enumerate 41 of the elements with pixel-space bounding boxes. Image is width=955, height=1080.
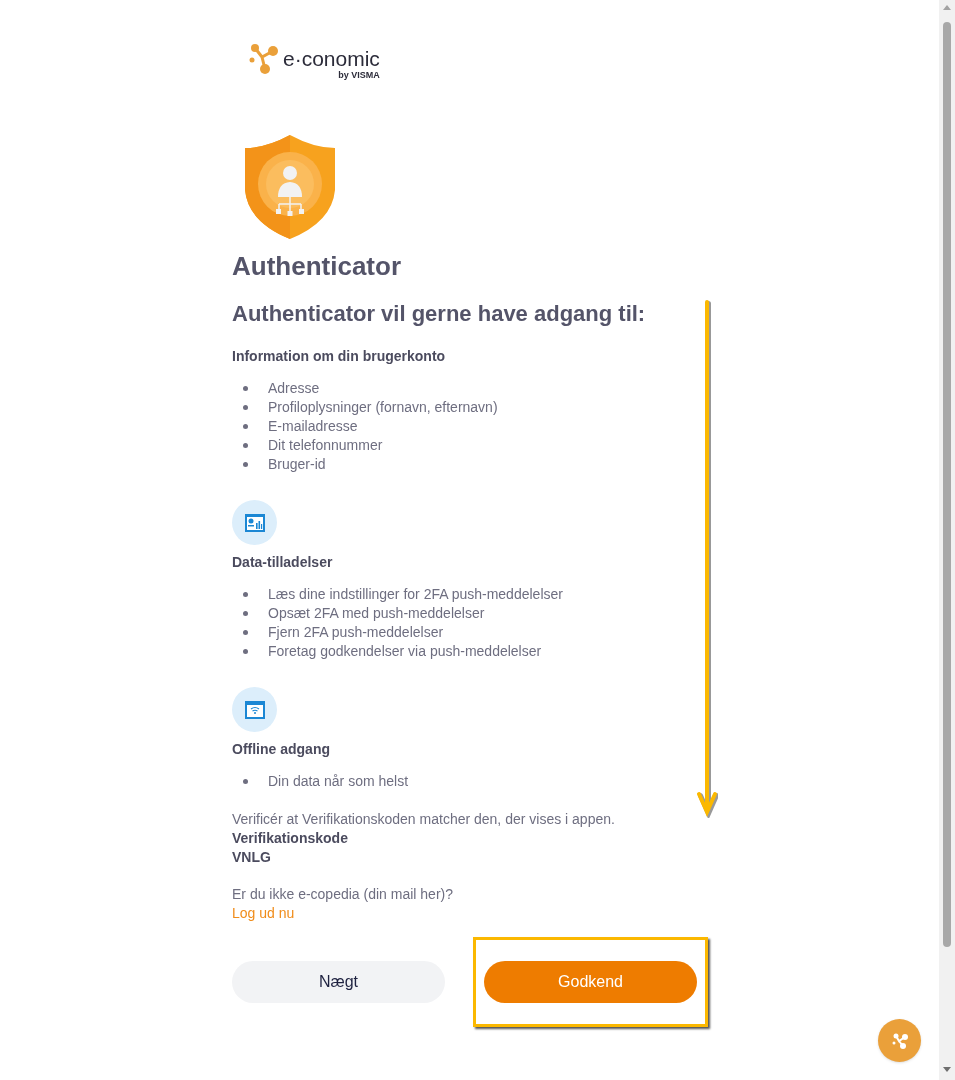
permission-item: Dit telefonnummer — [268, 436, 383, 455]
bullet-icon — [243, 649, 248, 654]
section-title: Information om din brugerkonto — [232, 347, 447, 365]
permission-item: Din data når som helst — [268, 772, 409, 791]
section-title: Data-tilladelser — [232, 553, 334, 571]
account-question: Er du ikke e-copedia (din mail her)? — [232, 885, 454, 904]
permission-item: Læs dine indstillinger for 2FA push-meddelelser — [268, 585, 563, 604]
bullet-icon — [243, 405, 248, 410]
browser-icon — [232, 687, 277, 732]
logo-wordmark: e·conomic — [283, 48, 380, 70]
permission-item: Profiloplysninger (fornavn, efternavn) — [268, 398, 498, 417]
permission-item: Opsæt 2FA med push-meddelelser — [268, 604, 485, 623]
bullet-icon — [243, 443, 248, 448]
bullet-icon — [243, 611, 248, 616]
bullet-icon — [243, 630, 248, 635]
permission-item: Bruger-id — [268, 455, 326, 474]
approve-button[interactable]: Godkend — [484, 961, 697, 1003]
bullet-icon — [243, 462, 248, 467]
verification-code: VNLG — [232, 848, 272, 867]
logo-tagline: by VISMA — [338, 70, 380, 80]
help-button[interactable] — [878, 1019, 921, 1062]
molecule-icon — [249, 43, 279, 75]
code-label: Verifikationskode — [232, 829, 349, 848]
permission-item: E-mailadresse — [268, 417, 358, 436]
bullet-icon — [243, 592, 248, 597]
deny-button[interactable]: Nægt — [232, 961, 445, 1003]
permission-item: Foretag godkendelser via push-meddelelser — [268, 642, 542, 661]
permission-item: Fjern 2FA push-meddelelser — [268, 623, 444, 642]
section-title: Offline adgang — [232, 740, 331, 758]
app-title: Authenticator — [232, 250, 402, 282]
verify-text: Verificér at Verifikationskoden matcher den, der vises i appen. — [232, 810, 616, 829]
logout-link[interactable]: Log ud nu — [232, 904, 295, 923]
shield-icon — [244, 134, 336, 240]
scroll-down-icon — [943, 1067, 951, 1072]
bullet-icon — [243, 424, 248, 429]
access-heading: Authenticator vil gerne have adgang til: — [232, 300, 647, 328]
bullet-icon — [243, 779, 248, 784]
permission-item: Adresse — [268, 379, 320, 398]
scroll-up-icon — [943, 5, 951, 10]
chart-icon — [232, 500, 277, 545]
bullet-icon — [243, 386, 248, 391]
